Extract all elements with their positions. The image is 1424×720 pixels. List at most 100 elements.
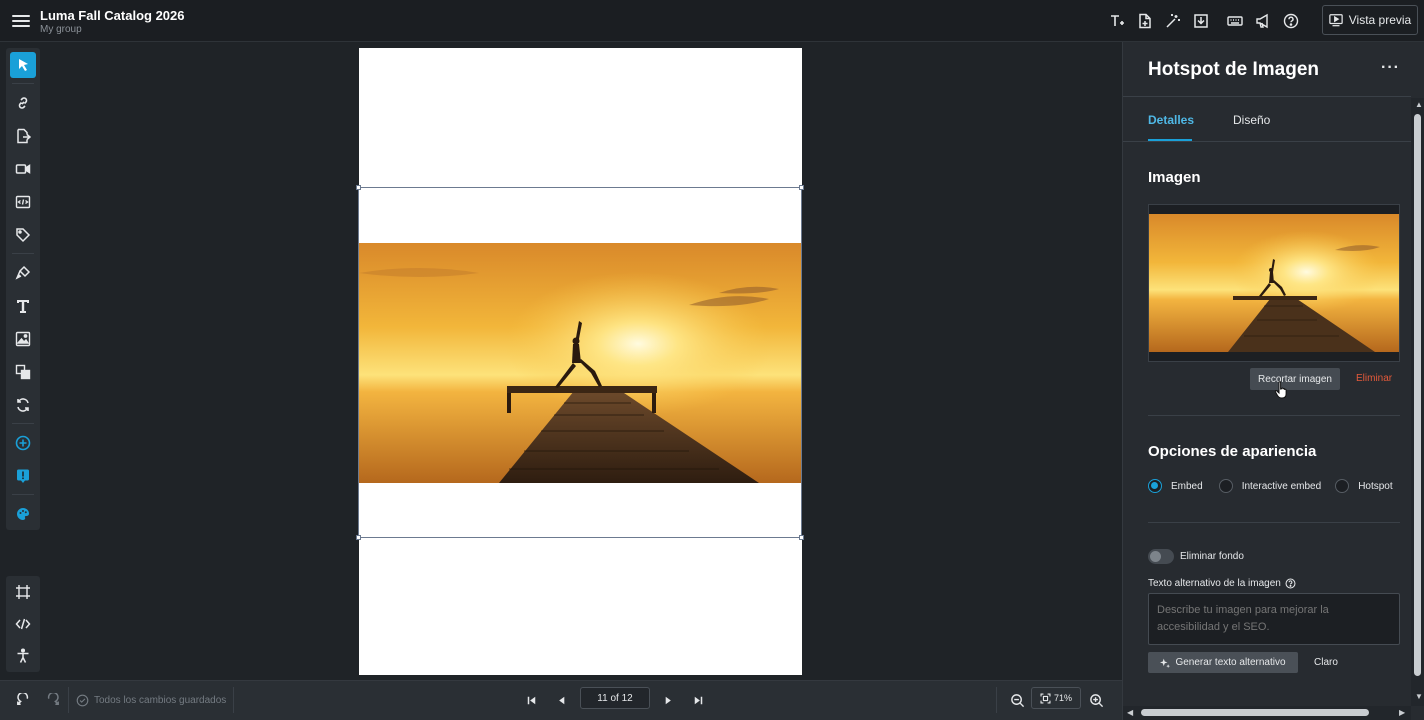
pen-tool[interactable] (6, 256, 40, 289)
page-link-icon (17, 128, 31, 143)
page-indicator[interactable]: 11 of 12 (580, 687, 650, 709)
clear-alt-text-link[interactable]: Claro (1314, 657, 1338, 668)
radio-hotspot[interactable] (1335, 479, 1350, 493)
image-section-title: Imagen (1148, 169, 1201, 186)
info-badge-tool[interactable] (6, 459, 40, 492)
toolbar-divider (12, 83, 34, 84)
scroll-right-arrow-icon[interactable]: ▶ (1399, 708, 1405, 717)
radio-interactive-embed-label: Interactive embed (1241, 480, 1322, 492)
page-link-tool[interactable] (6, 119, 40, 152)
text-tool[interactable] (6, 289, 40, 322)
code-icon (15, 618, 31, 630)
alt-text-label-text: Texto alternativo de la imagen (1148, 578, 1281, 589)
add-element-tool[interactable] (6, 426, 40, 459)
frame-icon (16, 585, 30, 599)
alt-text-input[interactable] (1148, 593, 1400, 645)
resize-handle-top-right[interactable] (799, 185, 804, 190)
resize-handle-bottom-left[interactable] (356, 535, 361, 540)
download-icon[interactable] (1190, 10, 1212, 32)
alt-text-label: Texto alternativo de la imagen (1148, 578, 1296, 589)
triangle-right-icon (665, 696, 671, 704)
preview-label: Vista previa (1348, 13, 1412, 27)
radio-interactive-embed[interactable] (1218, 479, 1233, 493)
layers-tool[interactable] (6, 355, 40, 388)
top-action-icons (1106, 10, 1308, 32)
image-tool[interactable] (6, 322, 40, 355)
resize-handle-bottom-right[interactable] (799, 535, 804, 540)
divider (1148, 415, 1400, 416)
embed-tool[interactable] (6, 185, 40, 218)
zoom-out-button[interactable] (1007, 690, 1027, 710)
redo-button[interactable] (43, 690, 63, 710)
megaphone-icon[interactable] (1252, 10, 1274, 32)
tab-details[interactable]: Detalles (1148, 113, 1194, 127)
scroll-left-arrow-icon[interactable]: ◀ (1127, 708, 1133, 717)
video-icon (15, 163, 31, 174)
remove-background-label: Eliminar fondo (1180, 551, 1244, 562)
link-tool[interactable] (6, 86, 40, 119)
magic-wand-icon[interactable] (1162, 10, 1184, 32)
video-tool[interactable] (6, 152, 40, 185)
text-plus-icon[interactable] (1106, 10, 1128, 32)
redo-icon (47, 692, 59, 705)
fit-screen-icon (1040, 692, 1051, 704)
select-tool[interactable] (6, 48, 40, 81)
prev-page-button[interactable] (551, 690, 571, 710)
zoom-in-button[interactable] (1086, 690, 1106, 710)
generate-alt-text-button[interactable]: Generar texto alternativo (1148, 652, 1298, 673)
scroll-down-arrow-icon[interactable]: ▼ (1415, 692, 1423, 701)
divider (68, 687, 69, 713)
frame-tool[interactable] (6, 576, 40, 608)
tag-tool[interactable] (6, 218, 40, 251)
vertical-scroll-thumb[interactable] (1414, 114, 1421, 676)
help-icon[interactable] (1285, 578, 1296, 589)
image-icon (15, 331, 31, 346)
crop-image-button[interactable]: Recortar imagen (1250, 368, 1340, 390)
divider (1148, 522, 1400, 523)
undo-button[interactable] (12, 690, 32, 710)
radio-embed-label: Embed (1171, 480, 1203, 492)
skip-forward-icon (694, 696, 702, 704)
check-circle-icon (76, 694, 89, 706)
last-page-button[interactable] (688, 690, 708, 710)
refresh-icon (17, 397, 29, 412)
radio-embed[interactable] (1148, 479, 1162, 493)
generate-alt-text-label: Generar texto alternativo (1175, 657, 1286, 668)
save-status: Todos los cambios guardados (76, 690, 226, 710)
play-screen-icon (1329, 14, 1343, 27)
hotspot-selection-frame[interactable] (358, 187, 802, 538)
keyboard-icon[interactable] (1224, 10, 1246, 32)
triangle-left-icon (558, 696, 564, 704)
more-options-icon[interactable]: ··· (1381, 59, 1400, 77)
horizontal-scroll-thumb[interactable] (1141, 709, 1369, 716)
divider (996, 687, 997, 713)
image-thumbnail (1149, 214, 1399, 352)
skip-back-icon (527, 696, 535, 704)
radio-hotspot-label: Hotspot (1358, 480, 1393, 492)
first-page-button[interactable] (521, 690, 541, 710)
hand-cursor-icon (1274, 381, 1287, 399)
preview-button[interactable]: Vista previa (1322, 5, 1418, 35)
resize-handle-top-left[interactable] (356, 185, 361, 190)
sparkle-icon (1160, 658, 1171, 668)
accessibility-icon (17, 648, 29, 663)
zoom-level[interactable]: 71% (1031, 687, 1081, 709)
hamburger-menu-icon[interactable] (12, 12, 30, 30)
accessibility-tool[interactable] (6, 640, 40, 672)
info-badge-icon (17, 469, 29, 483)
link-icon (18, 96, 28, 109)
help-icon[interactable] (1280, 10, 1302, 32)
remove-background-toggle[interactable] (1148, 549, 1174, 564)
refresh-tool[interactable] (6, 388, 40, 421)
add-file-icon[interactable] (1134, 10, 1156, 32)
delete-image-link[interactable]: Eliminar (1356, 373, 1392, 384)
scroll-up-arrow-icon[interactable]: ▲ (1415, 100, 1423, 109)
pen-icon (15, 265, 31, 280)
theme-tool[interactable] (6, 497, 40, 530)
toolbar-divider (12, 423, 34, 424)
add-circle-icon (15, 435, 31, 450)
group-name[interactable]: My group (40, 24, 82, 35)
next-page-button[interactable] (658, 690, 678, 710)
code-tool[interactable] (6, 608, 40, 640)
tab-design[interactable]: Diseño (1233, 113, 1270, 127)
